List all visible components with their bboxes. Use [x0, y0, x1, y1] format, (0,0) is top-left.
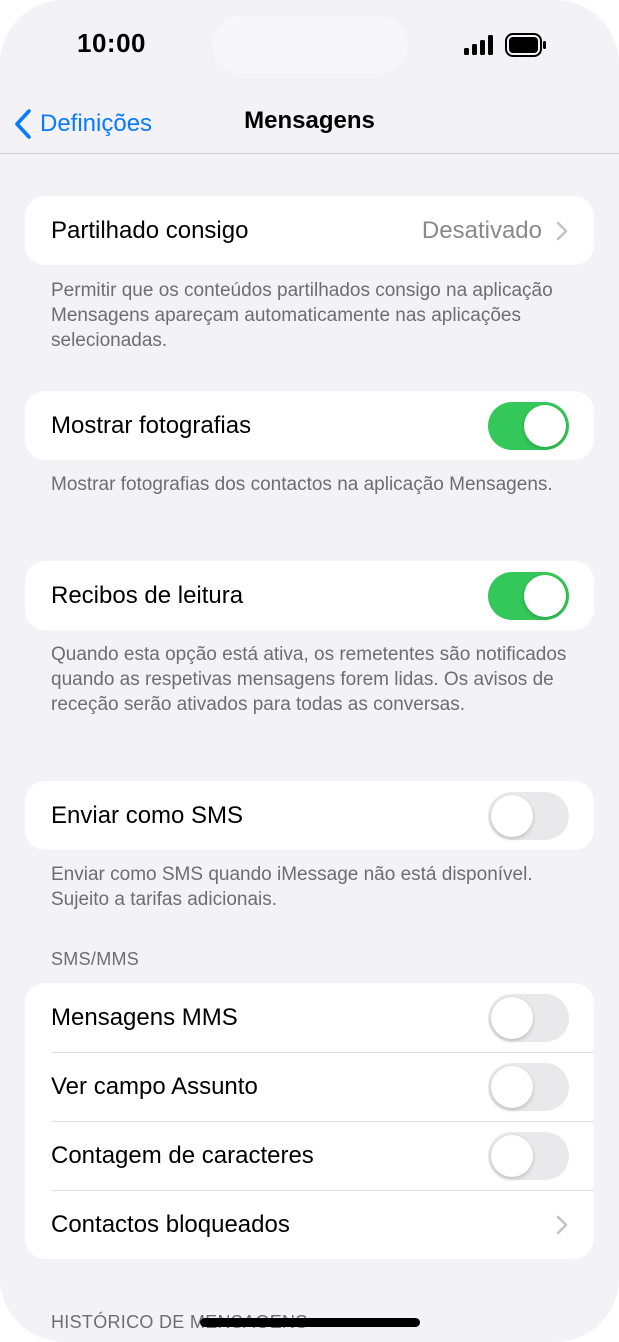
toggle-knob: [524, 575, 566, 617]
character-count-toggle[interactable]: [488, 1132, 569, 1180]
read-receipts-row: Recibos de leitura: [25, 561, 594, 630]
show-photos-toggle[interactable]: [488, 402, 569, 450]
read-receipts-group: Recibos de leitura: [25, 561, 594, 630]
status-time: 10:00: [77, 28, 146, 58]
show-photos-row: Mostrar fotografias: [25, 391, 594, 460]
shared-with-you-group: Partilhado consigo Desativado: [25, 196, 594, 265]
settings-screen: 10:00 Definições Mensagens Partilhado co…: [0, 0, 619, 1342]
show-subject-row: Ver campo Assunto: [25, 1052, 594, 1121]
read-receipts-toggle[interactable]: [488, 572, 569, 620]
sms-mms-group: Mensagens MMS Ver campo Assunto Contagem…: [25, 983, 594, 1259]
dynamic-island: [212, 16, 408, 74]
chevron-right-icon: [556, 1215, 568, 1234]
send-as-sms-toggle[interactable]: [488, 792, 569, 840]
navigation-bar: Definições Mensagens: [0, 96, 619, 154]
character-count-row: Contagem de caracteres: [25, 1121, 594, 1190]
battery-icon: [505, 33, 546, 57]
show-subject-toggle[interactable]: [488, 1063, 569, 1111]
toggle-knob: [491, 795, 533, 837]
toggle-knob: [491, 1135, 533, 1177]
toggle-knob: [491, 997, 533, 1039]
cellular-signal-icon: [464, 35, 493, 55]
sms-mms-section-header: SMS/MMS: [51, 949, 140, 969]
send-as-sms-group: Enviar como SMS: [25, 781, 594, 850]
mms-messaging-row: Mensagens MMS: [25, 983, 594, 1052]
toggle-knob: [524, 405, 566, 447]
page-title: Mensagens: [244, 107, 375, 134]
send-as-sms-footer: Enviar como SMS quando iMessage não está…: [51, 864, 533, 910]
read-receipts-footer: Quando esta opção está ativa, os remeten…: [51, 644, 567, 715]
blocked-contacts-label: Contactos bloqueados: [51, 1210, 290, 1238]
blocked-contacts-row[interactable]: Contactos bloqueados: [25, 1190, 594, 1259]
status-bar: 10:00: [0, 0, 619, 96]
shared-with-you-row[interactable]: Partilhado consigo Desativado: [25, 196, 594, 265]
home-indicator[interactable]: [200, 1318, 420, 1327]
shared-with-you-value: Desativado: [421, 216, 542, 244]
shared-with-you-footer: Permitir que os conteúdos partilhados co…: [51, 280, 553, 351]
show-photos-footer: Mostrar fotografias dos contactos na apl…: [51, 474, 553, 495]
shared-with-you-label: Partilhado consigo: [51, 216, 249, 244]
mms-messaging-toggle[interactable]: [488, 994, 569, 1042]
chevron-right-icon: [556, 221, 568, 240]
send-as-sms-row: Enviar como SMS: [25, 781, 594, 850]
toggle-knob: [491, 1066, 533, 1108]
show-photos-group: Mostrar fotografias: [25, 391, 594, 460]
